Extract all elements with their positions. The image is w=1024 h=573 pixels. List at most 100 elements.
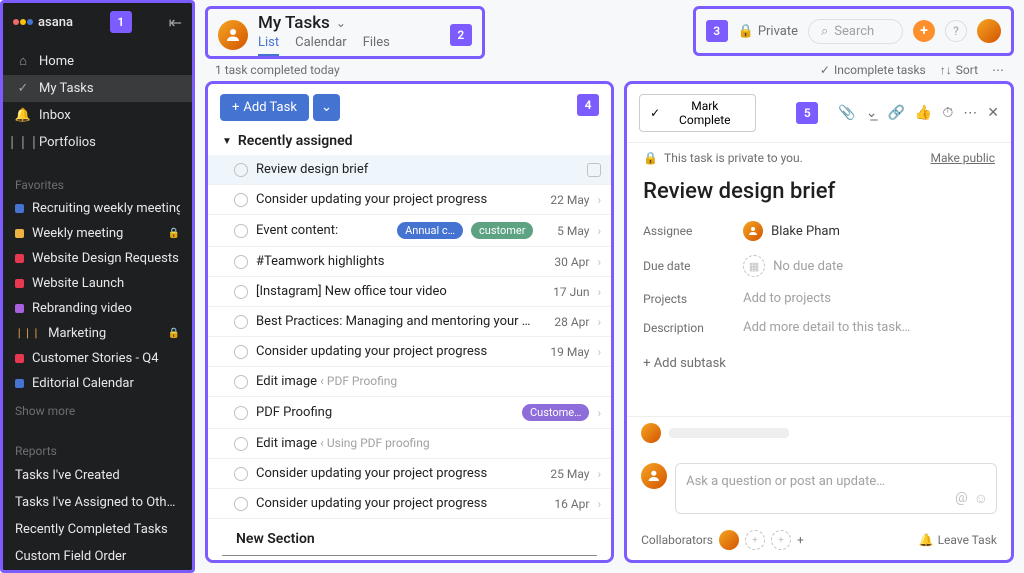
report-item[interactable]: Recently Completed Tasks — [3, 516, 192, 543]
collapse-sidebar-icon[interactable]: ⇤ — [169, 13, 182, 32]
chevron-down-icon: ⌄ — [321, 100, 332, 115]
leave-task-button[interactable]: 🔔Leave Task — [919, 533, 997, 547]
task-row[interactable]: Best Practices: Managing and mentoring y… — [208, 307, 611, 337]
mention-icon[interactable]: @ — [955, 490, 968, 507]
task-row[interactable]: Event content:Annual c…customer5 May› — [208, 215, 611, 247]
tag-pill[interactable]: Annual c… — [397, 222, 463, 239]
privacy-indicator[interactable]: 🔒Private — [738, 24, 798, 39]
make-public-link[interactable]: Make public — [930, 151, 995, 165]
section-header[interactable]: New Section — [222, 523, 597, 556]
add-collaborator-icon[interactable]: + — [771, 530, 791, 550]
subtask-icon[interactable]: ⌄̲ — [866, 105, 878, 121]
report-item[interactable]: Custom Field Order — [3, 543, 192, 570]
logo[interactable]: asana — [13, 15, 73, 30]
chevron-right-icon[interactable]: › — [597, 255, 601, 269]
favorite-item[interactable]: Customer Stories - Q4 — [3, 346, 192, 371]
task-row[interactable]: Consider updating your project progress2… — [208, 185, 611, 215]
help-button[interactable]: ? — [945, 20, 967, 42]
report-item[interactable]: Tasks I've Created — [3, 462, 192, 489]
task-row[interactable]: #Teamwork highlights30 Apr› — [208, 247, 611, 277]
section-header[interactable]: ▼Recently assigned — [208, 127, 611, 155]
search-input[interactable]: ⌕ Search — [808, 19, 903, 44]
favorite-item[interactable]: Editorial Calendar — [3, 371, 192, 396]
profile-avatar-icon[interactable] — [977, 19, 1001, 43]
task-row[interactable]: Review design brief — [208, 155, 611, 185]
tag-pill[interactable]: Custome… — [522, 404, 590, 421]
tag-pill[interactable]: customer — [471, 222, 533, 239]
favorite-item[interactable]: Website Launch — [3, 271, 192, 296]
chevron-right-icon[interactable]: › — [597, 406, 601, 420]
task-row[interactable]: Edit image ‹ Using PDF proofing — [208, 429, 611, 459]
complete-checkbox-icon[interactable] — [234, 437, 248, 451]
task-row[interactable]: Consider updating your project progress1… — [208, 337, 611, 367]
complete-checkbox-icon[interactable] — [234, 315, 248, 329]
favorite-item[interactable]: Recruiting weekly meeting — [3, 196, 192, 221]
chevron-right-icon[interactable]: › — [597, 285, 601, 299]
complete-checkbox-icon[interactable] — [234, 193, 248, 207]
add-subtask[interactable]: + Add subtask — [627, 342, 1011, 385]
task-row[interactable]: Consider updating your project progress2… — [208, 459, 611, 489]
like-icon[interactable]: 👍 — [915, 105, 932, 121]
task-row[interactable]: Edit image ‹ PDF Proofing — [208, 367, 611, 397]
chevron-right-icon[interactable]: › — [597, 497, 601, 511]
complete-checkbox-icon[interactable] — [234, 345, 248, 359]
attachment-icon[interactable]: 📎 — [838, 105, 855, 121]
add-collaborator-plus[interactable]: + — [797, 533, 804, 547]
comment-input[interactable]: Ask a question or post an update… @☺ — [675, 463, 997, 514]
nav-home[interactable]: ⌂Home — [3, 47, 192, 75]
favorite-item[interactable]: Website Design Requests — [3, 246, 192, 271]
more-icon[interactable]: ⋯ — [992, 63, 1004, 77]
task-row[interactable]: Consider updating your project progress2… — [208, 560, 611, 563]
assignee-value[interactable]: Blake Pham — [743, 221, 840, 241]
favorite-item[interactable]: ❘❘❘Marketing🔒 — [3, 321, 192, 346]
task-row[interactable]: [Instagram] New office tour video17 Jun› — [208, 277, 611, 307]
complete-checkbox-icon[interactable] — [234, 163, 248, 177]
close-icon[interactable]: ✕ — [987, 105, 999, 121]
chevron-right-icon[interactable]: › — [597, 193, 601, 207]
complete-checkbox-icon[interactable] — [234, 375, 248, 389]
more-icon[interactable]: ⋯ — [963, 105, 977, 121]
add-task-dropdown[interactable]: ⌄ — [313, 94, 340, 121]
mark-complete-button[interactable]: ✓Mark Complete — [639, 94, 756, 132]
complete-checkbox-icon[interactable] — [234, 467, 248, 481]
favorite-item[interactable]: Weekly meeting🔒 — [3, 221, 192, 246]
details-icon[interactable] — [587, 163, 601, 177]
tab-files[interactable]: Files — [363, 35, 390, 56]
filter-incomplete[interactable]: ✓Incomplete tasks — [820, 63, 926, 77]
user-avatar-icon[interactable] — [218, 20, 248, 50]
sort-button[interactable]: ↑↓Sort — [940, 63, 978, 77]
add-collaborator-icon[interactable]: + — [745, 530, 765, 550]
chevron-right-icon[interactable]: › — [597, 315, 601, 329]
task-name: Consider updating your project progress — [256, 344, 533, 359]
add-task-button[interactable]: +Add Task — [220, 94, 309, 121]
favorites-label: Favorites — [3, 164, 192, 196]
description-value[interactable]: Add more detail to this task… — [743, 320, 910, 335]
tab-list[interactable]: List — [258, 35, 279, 56]
nav-my-tasks[interactable]: ✓My Tasks — [3, 75, 192, 102]
chevron-right-icon[interactable]: › — [597, 345, 601, 359]
complete-checkbox-icon[interactable] — [234, 406, 248, 420]
tab-calendar[interactable]: Calendar — [295, 35, 347, 56]
task-row[interactable]: PDF ProofingCustome…› — [208, 397, 611, 429]
due-date-value[interactable]: ▦No due date — [743, 255, 843, 277]
chevron-right-icon[interactable]: › — [597, 224, 601, 238]
emoji-icon[interactable]: ☺ — [974, 490, 988, 507]
chevron-right-icon[interactable]: › — [597, 467, 601, 481]
task-title[interactable]: Review design brief — [627, 173, 1011, 214]
show-more[interactable]: Show more — [3, 396, 192, 426]
favorite-item[interactable]: Rebranding video — [3, 296, 192, 321]
complete-checkbox-icon[interactable] — [234, 224, 248, 238]
link-icon[interactable]: 🔗 — [887, 105, 904, 121]
global-add-button[interactable]: + — [913, 20, 935, 42]
complete-checkbox-icon[interactable] — [234, 285, 248, 299]
projects-value[interactable]: Add to projects — [743, 291, 831, 306]
chevron-down-icon[interactable]: ⌄ — [336, 16, 346, 30]
collaborator-avatar-icon[interactable] — [719, 530, 739, 550]
nav-portfolios[interactable]: ❘❘❘Portfolios — [3, 129, 192, 156]
task-row[interactable]: Consider updating your project progress1… — [208, 489, 611, 519]
nav-inbox[interactable]: 🔔Inbox — [3, 102, 192, 129]
report-item[interactable]: Tasks I've Assigned to Others — [3, 489, 192, 516]
complete-checkbox-icon[interactable] — [234, 255, 248, 269]
timer-icon[interactable]: ⏱ — [942, 105, 953, 121]
complete-checkbox-icon[interactable] — [234, 497, 248, 511]
